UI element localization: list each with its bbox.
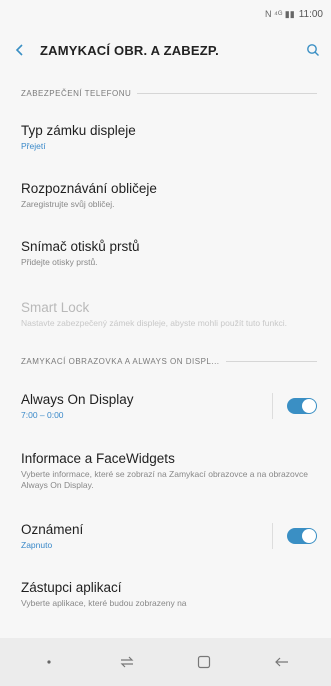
item-title: Oznámení xyxy=(21,521,84,537)
toggle-knob xyxy=(302,529,316,543)
list-item-always-on-display[interactable]: Always On Display 7:00 – 0:00 xyxy=(0,376,331,436)
item-title: Zástupci aplikací xyxy=(21,579,122,595)
item-subtitle: Přejetí xyxy=(21,140,46,151)
list-item-screen-lock-type[interactable]: Typ zámku displeje Přejetí xyxy=(0,108,331,166)
app-bar: ZAMYKACÍ OBR. A ZABEZP. xyxy=(0,28,331,72)
item-subtitle: Přidejte otisky prstů. xyxy=(21,256,98,267)
section-header-phone-security: ZABEZPEČENÍ TELEFONU xyxy=(0,78,331,108)
settings-list: ZABEZPEČENÍ TELEFONU Typ zámku displeje … xyxy=(0,72,331,638)
recent-apps-icon xyxy=(120,656,134,668)
list-item-info-facewidgets[interactable]: Informace a FaceWidgets Vyberte informac… xyxy=(0,436,331,506)
section-divider xyxy=(137,92,317,94)
item-subtitle: Zapnuto xyxy=(21,539,53,550)
always-on-display-toggle[interactable] xyxy=(287,398,317,414)
list-item-notifications[interactable]: Oznámení Zapnuto xyxy=(0,506,331,566)
back-arrow-icon xyxy=(15,44,23,56)
item-subtitle: 7:00 – 0:00 xyxy=(21,409,64,420)
list-item-face-recognition[interactable]: Rozpoznávání obličeje Zaregistrujte svůj… xyxy=(0,166,331,224)
status-time: 11:00 xyxy=(298,8,323,20)
vertical-divider xyxy=(272,523,273,549)
navigation-bar xyxy=(0,638,331,686)
item-subtitle: Vyberte aplikace, které budou zobrazeny … xyxy=(21,597,187,608)
status-icons: N ⁴ᴳ ▮▮ xyxy=(264,8,295,19)
item-title: Smart Lock xyxy=(21,299,90,315)
list-item-fingerprint-scanner[interactable]: Snímač otisků prstů Přidejte otisky prst… xyxy=(0,224,331,282)
back-button[interactable] xyxy=(0,43,40,57)
nav-dot-button[interactable] xyxy=(29,647,69,677)
back-arrow-icon xyxy=(275,657,289,667)
item-title: Snímač otisků prstů xyxy=(21,238,140,254)
item-title: Typ zámku displeje xyxy=(21,122,136,138)
search-icon xyxy=(307,44,319,56)
home-square-icon xyxy=(198,655,211,669)
status-bar: N ⁴ᴳ ▮▮ 11:00 xyxy=(0,0,331,28)
section-header-lock-screen-aod: ZAMYKACÍ OBRAZOVKA A ALWAYS ON DISPL... xyxy=(0,346,331,376)
item-title: Informace a FaceWidgets xyxy=(21,451,175,466)
item-title: Rozpoznávání obličeje xyxy=(21,180,157,196)
page-title: ZAMYKACÍ OBR. A ZABEZP. xyxy=(40,42,219,58)
vertical-divider xyxy=(272,393,273,419)
section-divider xyxy=(225,360,317,362)
home-button[interactable] xyxy=(184,647,224,677)
search-button[interactable] xyxy=(295,43,331,57)
toggle-knob xyxy=(302,399,316,413)
section-header-label: ZAMYKACÍ OBRAZOVKA A ALWAYS ON DISPL... xyxy=(21,356,220,366)
section-header-label: ZABEZPEČENÍ TELEFONU xyxy=(21,88,132,98)
dot-icon xyxy=(47,660,51,664)
recent-apps-button[interactable] xyxy=(107,647,147,677)
notifications-toggle[interactable] xyxy=(287,528,317,544)
item-subtitle: Nastavte zabezpečený zámek displeje, aby… xyxy=(21,317,288,328)
list-item-app-shortcuts[interactable]: Zástupci aplikací Vyberte aplikace, kter… xyxy=(0,566,331,622)
back-nav-button[interactable] xyxy=(262,647,302,677)
item-subtitle: Vyberte informace, které se zobrazí na Z… xyxy=(21,469,308,490)
item-subtitle: Zaregistrujte svůj obličej. xyxy=(21,198,115,209)
list-item-smart-lock: Smart Lock Nastavte zabezpečený zámek di… xyxy=(0,282,331,346)
item-title: Always On Display xyxy=(21,391,134,407)
